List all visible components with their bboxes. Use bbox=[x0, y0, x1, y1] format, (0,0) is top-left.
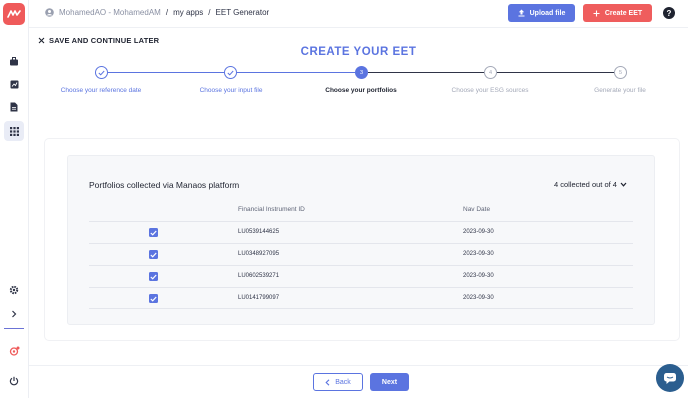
chevron-right-icon[interactable] bbox=[5, 305, 23, 323]
plus-icon bbox=[593, 10, 600, 16]
logo-icon[interactable] bbox=[3, 3, 25, 25]
table-row[interactable]: LU0141799097 2023-09-30 bbox=[89, 287, 633, 309]
back-button[interactable]: Back bbox=[313, 373, 363, 391]
save-and-continue-later-link[interactable]: SAVE AND CONTINUE LATER bbox=[38, 36, 159, 45]
gear-icon[interactable] bbox=[5, 281, 23, 299]
row-fid: LU0348927095 bbox=[238, 251, 280, 257]
create-eet-label: Create EET bbox=[604, 9, 643, 17]
collected-count: 4 collected out of 4 bbox=[554, 180, 617, 189]
row-checkbox[interactable] bbox=[149, 272, 158, 281]
notification-icon[interactable] bbox=[5, 342, 23, 360]
column-header-nav-date[interactable]: Nav Date bbox=[463, 206, 490, 213]
step-3-circle: 3 bbox=[355, 66, 368, 79]
check-icon bbox=[150, 230, 157, 236]
breadcrumb-separator: / bbox=[165, 8, 169, 17]
footer-divider bbox=[29, 365, 688, 366]
chevron-down-icon bbox=[620, 182, 627, 187]
table-row[interactable]: LU0539144625 2023-09-30 bbox=[89, 221, 633, 243]
check-icon bbox=[150, 252, 157, 258]
row-nav-date: 2023-09-30 bbox=[463, 295, 494, 301]
row-checkbox[interactable] bbox=[149, 228, 158, 237]
step-4-label: Choose your ESG sources bbox=[451, 87, 529, 94]
briefcase-icon[interactable] bbox=[5, 52, 23, 70]
table-row[interactable]: LU0602539271 2023-09-30 bbox=[89, 265, 633, 287]
page-title: CREATE YOUR EET bbox=[300, 46, 417, 58]
help-icon[interactable]: ? bbox=[663, 7, 675, 19]
rail-divider bbox=[4, 328, 24, 329]
check-icon bbox=[98, 70, 105, 76]
chat-icon[interactable] bbox=[656, 364, 684, 392]
table-row[interactable]: LU0348927095 2023-09-30 bbox=[89, 243, 633, 265]
close-icon bbox=[38, 37, 45, 44]
step-4-circle: 4 bbox=[484, 66, 497, 79]
chart-icon[interactable] bbox=[5, 75, 23, 93]
row-fid: LU0141799097 bbox=[238, 295, 280, 301]
check-icon bbox=[227, 70, 234, 76]
step-5-circle: 5 bbox=[614, 66, 627, 79]
chevron-left-icon bbox=[325, 378, 330, 386]
step-connector bbox=[108, 72, 224, 73]
column-header-fid[interactable]: Financial Instrument ID bbox=[238, 206, 305, 213]
step-2-circle[interactable] bbox=[224, 66, 237, 79]
row-fid: LU0602539271 bbox=[238, 273, 280, 279]
step-1-circle[interactable] bbox=[95, 66, 108, 79]
breadcrumb-user[interactable]: MohamedAO - MohamedAM bbox=[59, 8, 161, 17]
step-connector bbox=[497, 72, 614, 73]
step-1-label[interactable]: Choose your reference date bbox=[41, 87, 161, 94]
step-3-label: Choose your portfolios bbox=[325, 87, 397, 94]
step-connector bbox=[368, 72, 484, 73]
document-icon[interactable] bbox=[5, 98, 23, 116]
row-nav-date: 2023-09-30 bbox=[463, 251, 494, 257]
row-checkbox[interactable] bbox=[149, 294, 158, 303]
step-connector bbox=[237, 72, 355, 73]
upload-icon bbox=[518, 9, 525, 17]
breadcrumb: MohamedAO - MohamedAM / my apps / EET Ge… bbox=[45, 8, 269, 17]
step-5-label: Generate your file bbox=[594, 87, 646, 94]
step-2-label[interactable]: Choose your input file bbox=[171, 87, 291, 94]
breadcrumb-current: EET Generator bbox=[215, 8, 270, 17]
user-circle-icon bbox=[45, 8, 54, 17]
back-label: Back bbox=[335, 378, 351, 386]
row-fid: LU0539144625 bbox=[238, 229, 280, 235]
row-nav-date: 2023-09-30 bbox=[463, 273, 494, 279]
portfolios-title: Portfolios collected via Manaos platform bbox=[89, 180, 240, 190]
header-divider bbox=[29, 27, 688, 28]
upload-file-label: Upload file bbox=[529, 9, 566, 17]
next-button[interactable]: Next bbox=[370, 373, 409, 391]
row-nav-date: 2023-09-30 bbox=[463, 229, 494, 235]
top-bar: MohamedAO - MohamedAM / my apps / EET Ge… bbox=[29, 0, 688, 27]
upload-file-button[interactable]: Upload file bbox=[508, 4, 575, 22]
collected-dropdown[interactable]: 4 collected out of 4 bbox=[554, 180, 627, 189]
apps-grid-icon[interactable] bbox=[4, 121, 24, 141]
power-icon[interactable] bbox=[5, 372, 23, 390]
breadcrumb-my-apps[interactable]: my apps bbox=[173, 8, 203, 17]
create-eet-button[interactable]: Create EET bbox=[583, 4, 652, 22]
check-icon bbox=[150, 274, 157, 280]
save-later-label: SAVE AND CONTINUE LATER bbox=[49, 36, 160, 45]
check-icon bbox=[150, 296, 157, 302]
left-rail bbox=[0, 0, 29, 398]
row-checkbox[interactable] bbox=[149, 250, 158, 259]
table-bottom-border bbox=[89, 308, 633, 309]
breadcrumb-separator: / bbox=[208, 8, 211, 17]
